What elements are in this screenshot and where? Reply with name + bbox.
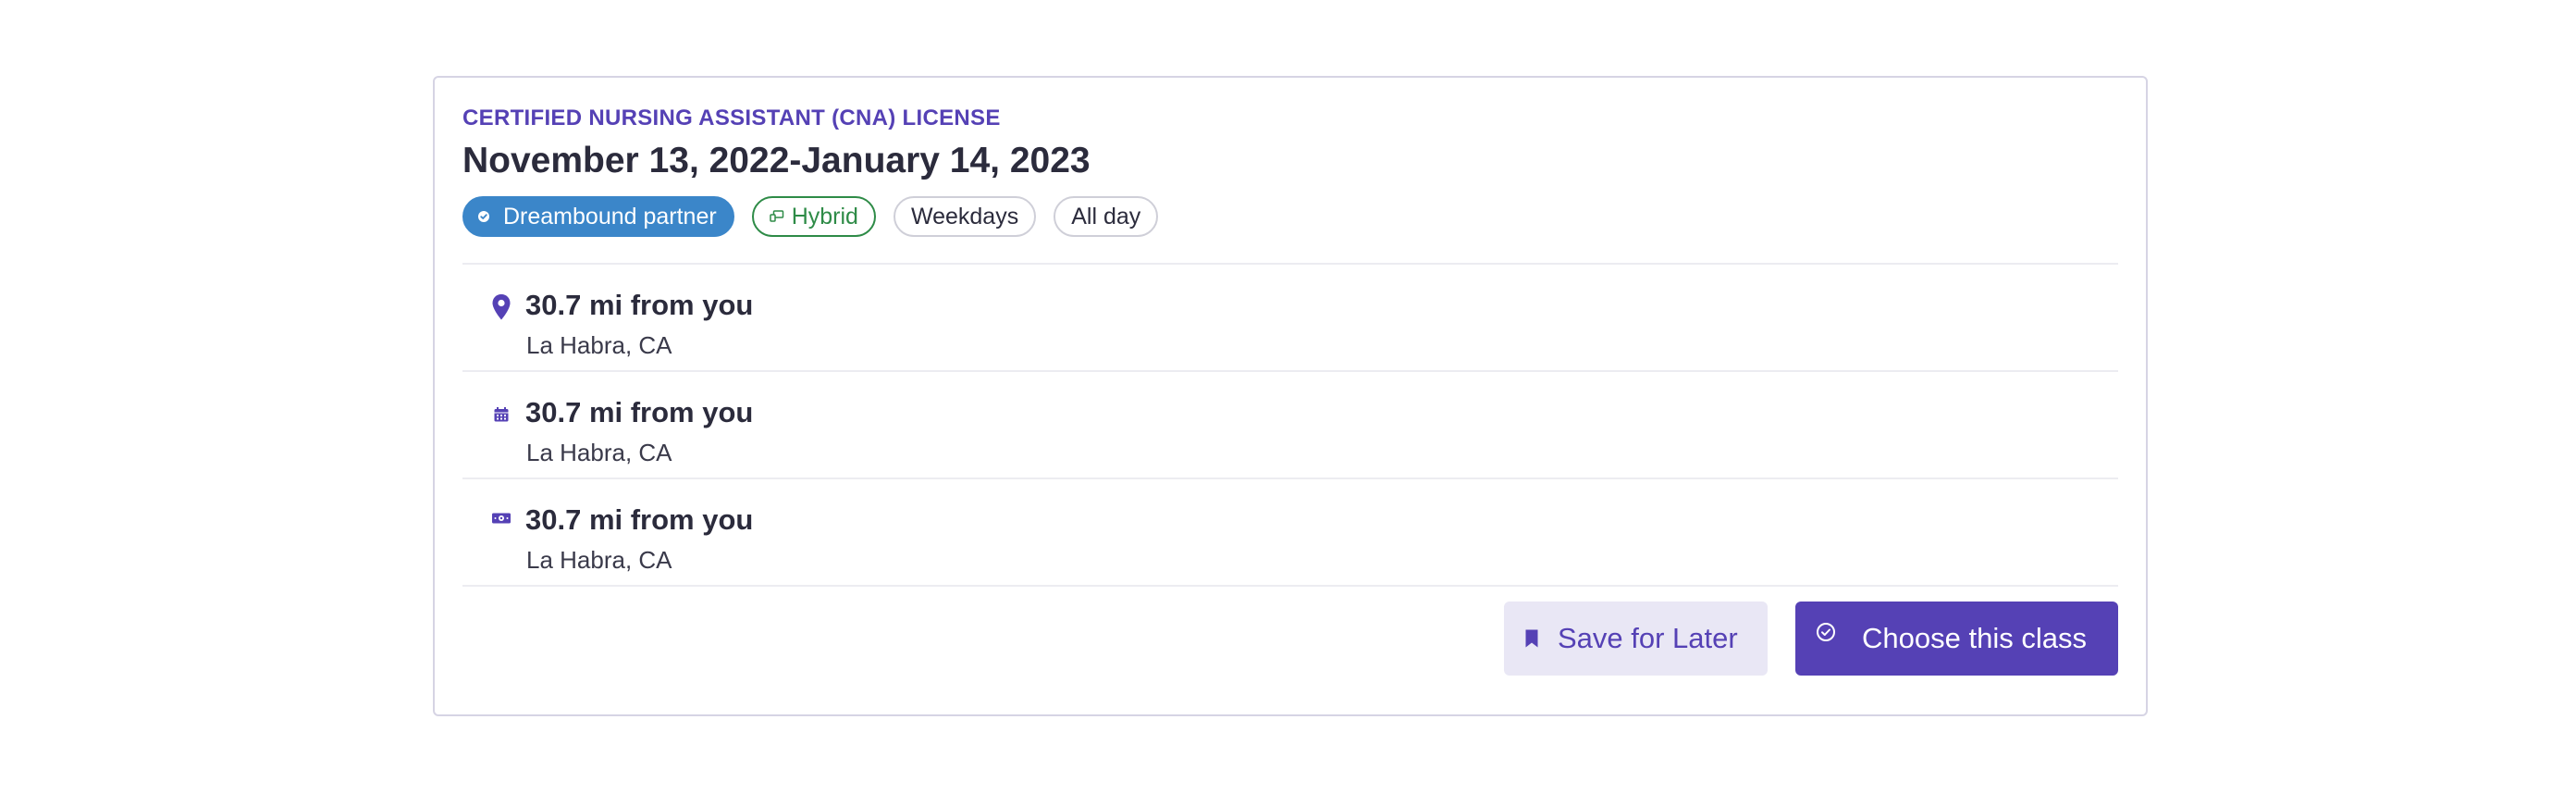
detail-row-schedule: 30.7 mi from you La Habra, CA: [462, 372, 2118, 478]
calendar-icon: [488, 400, 514, 429]
class-card-content: CERTIFIED NURSING ASSISTANT (CNA) LICENS…: [462, 78, 2118, 714]
save-for-later-label: Save for Later: [1558, 622, 1738, 654]
class-date-range: November 13, 2022-January 14, 2023: [462, 141, 1091, 180]
detail-main-text: 30.7 mi from you: [525, 289, 754, 321]
detail-row-cost: 30.7 mi from you La Habra, CA: [462, 479, 2118, 585]
tag-weekdays: Weekdays: [893, 196, 1037, 237]
detail-row-distance: 30.7 mi from you La Habra, CA: [462, 265, 2118, 370]
divider: [462, 585, 2118, 587]
bookmark-icon: [1524, 628, 1539, 649]
tag-hybrid: Hybrid: [751, 196, 876, 237]
tag-dreambound-partner: Dreambound partner: [462, 196, 734, 237]
detail-sub-text: La Habra, CA: [526, 331, 672, 359]
class-card: CERTIFIED NURSING ASSISTANT (CNA) LICENS…: [433, 76, 2148, 716]
choose-this-class-label: Choose this class: [1862, 622, 2087, 654]
tag-label: Weekdays: [910, 203, 1019, 230]
badge-check-icon: [477, 210, 490, 223]
save-for-later-button[interactable]: Save for Later: [1504, 602, 1768, 676]
choose-this-class-button[interactable]: Choose this class: [1795, 602, 2118, 676]
check-circle-icon: [1816, 622, 1836, 642]
detail-sub-text: La Habra, CA: [526, 546, 672, 574]
hybrid-icon: [769, 210, 784, 223]
money-icon: [488, 503, 514, 533]
tag-list: Dreambound partner Hybrid Weekdays All d…: [462, 195, 1159, 238]
card-actions: Save for Later Choose this class: [1504, 602, 2118, 676]
tag-label: Dreambound partner: [503, 203, 717, 230]
detail-main-text: 30.7 mi from you: [525, 396, 754, 428]
program-name: CERTIFIED NURSING ASSISTANT (CNA) LICENS…: [462, 105, 1001, 130]
tag-label: Hybrid: [791, 203, 858, 230]
detail-main-text: 30.7 mi from you: [525, 503, 754, 536]
map-pin-icon: [488, 292, 514, 322]
detail-sub-text: La Habra, CA: [526, 439, 672, 466]
tag-all-day: All day: [1054, 196, 1159, 237]
tag-label: All day: [1071, 203, 1141, 230]
